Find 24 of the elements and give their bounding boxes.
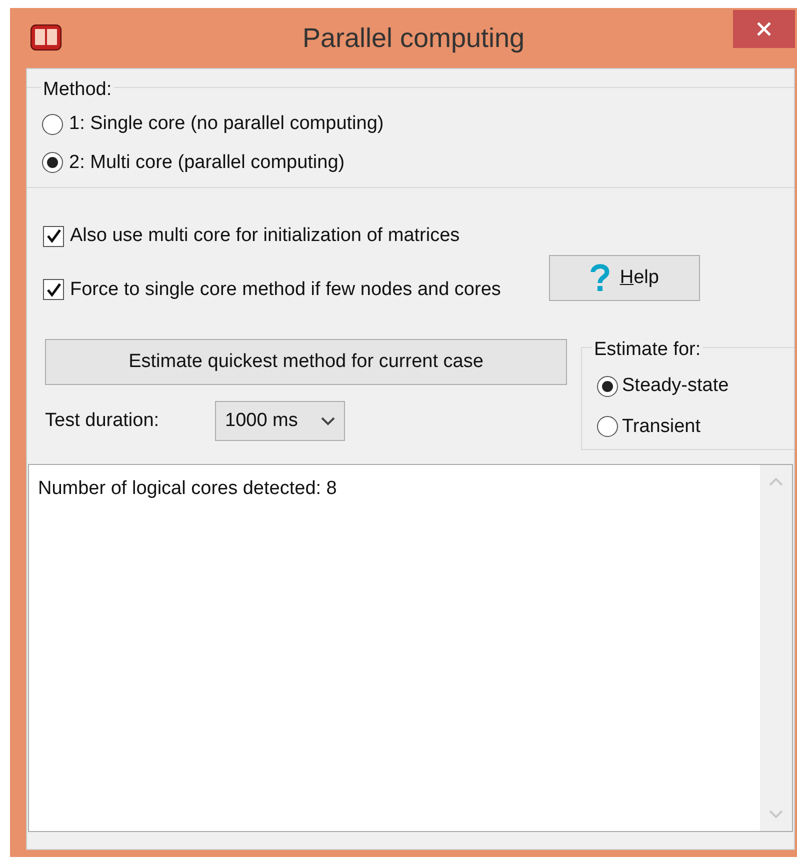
- checkbox-label: Force to single core method if few nodes and cores: [70, 278, 501, 302]
- help-button[interactable]: Help: [548, 255, 700, 301]
- radio-button[interactable]: [42, 114, 63, 135]
- radio-label: Transient: [622, 414, 700, 438]
- chevron-down-icon: [321, 416, 335, 426]
- checkbox[interactable]: [43, 226, 64, 247]
- output-line: Number of logical cores detected: 8: [38, 477, 338, 501]
- radio-label: Steady-state: [622, 374, 729, 398]
- duration-dropdown[interactable]: 1000 ms: [215, 401, 345, 441]
- radio-label: 2: Multi core (parallel computing): [69, 150, 345, 174]
- estimate-button[interactable]: Estimate quickest method for current case: [45, 339, 567, 385]
- checkbox-label: Also use multi core for initialization of matrices: [70, 224, 460, 248]
- radio-label: 1: Single core (no parallel computing): [69, 112, 384, 136]
- output-text-area[interactable]: Number of logical cores detected: 8: [28, 464, 793, 832]
- close-button[interactable]: [733, 10, 795, 48]
- field-label: Test duration:: [45, 408, 160, 433]
- radio-button[interactable]: [597, 376, 618, 397]
- app-icon: [30, 22, 62, 52]
- close-icon: [756, 21, 772, 37]
- question-mark-icon: [590, 263, 610, 293]
- radio-button[interactable]: [597, 416, 618, 438]
- window-title: Parallel computing: [302, 22, 525, 55]
- checkbox[interactable]: [43, 279, 64, 300]
- radio-button[interactable]: [42, 152, 63, 174]
